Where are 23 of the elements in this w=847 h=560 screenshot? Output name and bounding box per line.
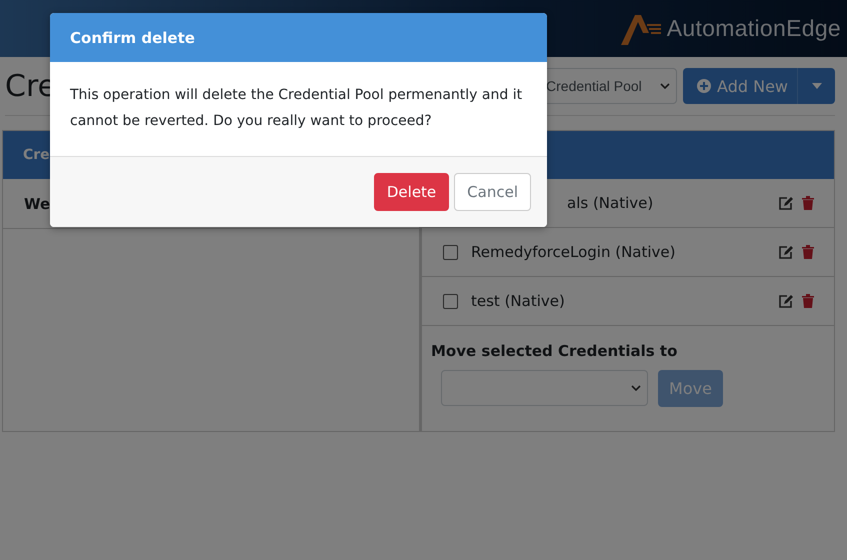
chevron-down-icon xyxy=(660,83,670,89)
plus-circle-icon xyxy=(697,79,712,93)
move-label: Move selected Credentials to xyxy=(430,341,678,360)
dialog-title: Confirm delete xyxy=(50,13,547,62)
credential-label: RemedyforceLogin (Native) xyxy=(471,243,676,261)
trash-icon[interactable] xyxy=(802,294,814,308)
caret-icon xyxy=(812,83,822,89)
edit-icon[interactable] xyxy=(778,196,794,210)
add-new-button[interactable]: Add New xyxy=(683,68,797,104)
logo-icon xyxy=(618,12,663,44)
credential-label: als (Native) xyxy=(567,194,654,212)
cancel-button[interactable]: Cancel xyxy=(454,173,531,211)
checkbox[interactable] xyxy=(443,244,458,260)
trash-icon[interactable] xyxy=(802,244,814,258)
credential-label: test (Native) xyxy=(471,292,566,310)
logo-text: AutomationEdge xyxy=(666,15,841,42)
trash-icon[interactable] xyxy=(802,196,814,210)
dropdown-toggle[interactable] xyxy=(797,68,835,104)
edit-icon[interactable] xyxy=(778,244,794,260)
delete-button[interactable]: Delete xyxy=(374,173,450,211)
edit-icon[interactable] xyxy=(778,294,794,308)
chevron-down-icon xyxy=(631,385,641,391)
checkbox[interactable] xyxy=(443,294,458,308)
